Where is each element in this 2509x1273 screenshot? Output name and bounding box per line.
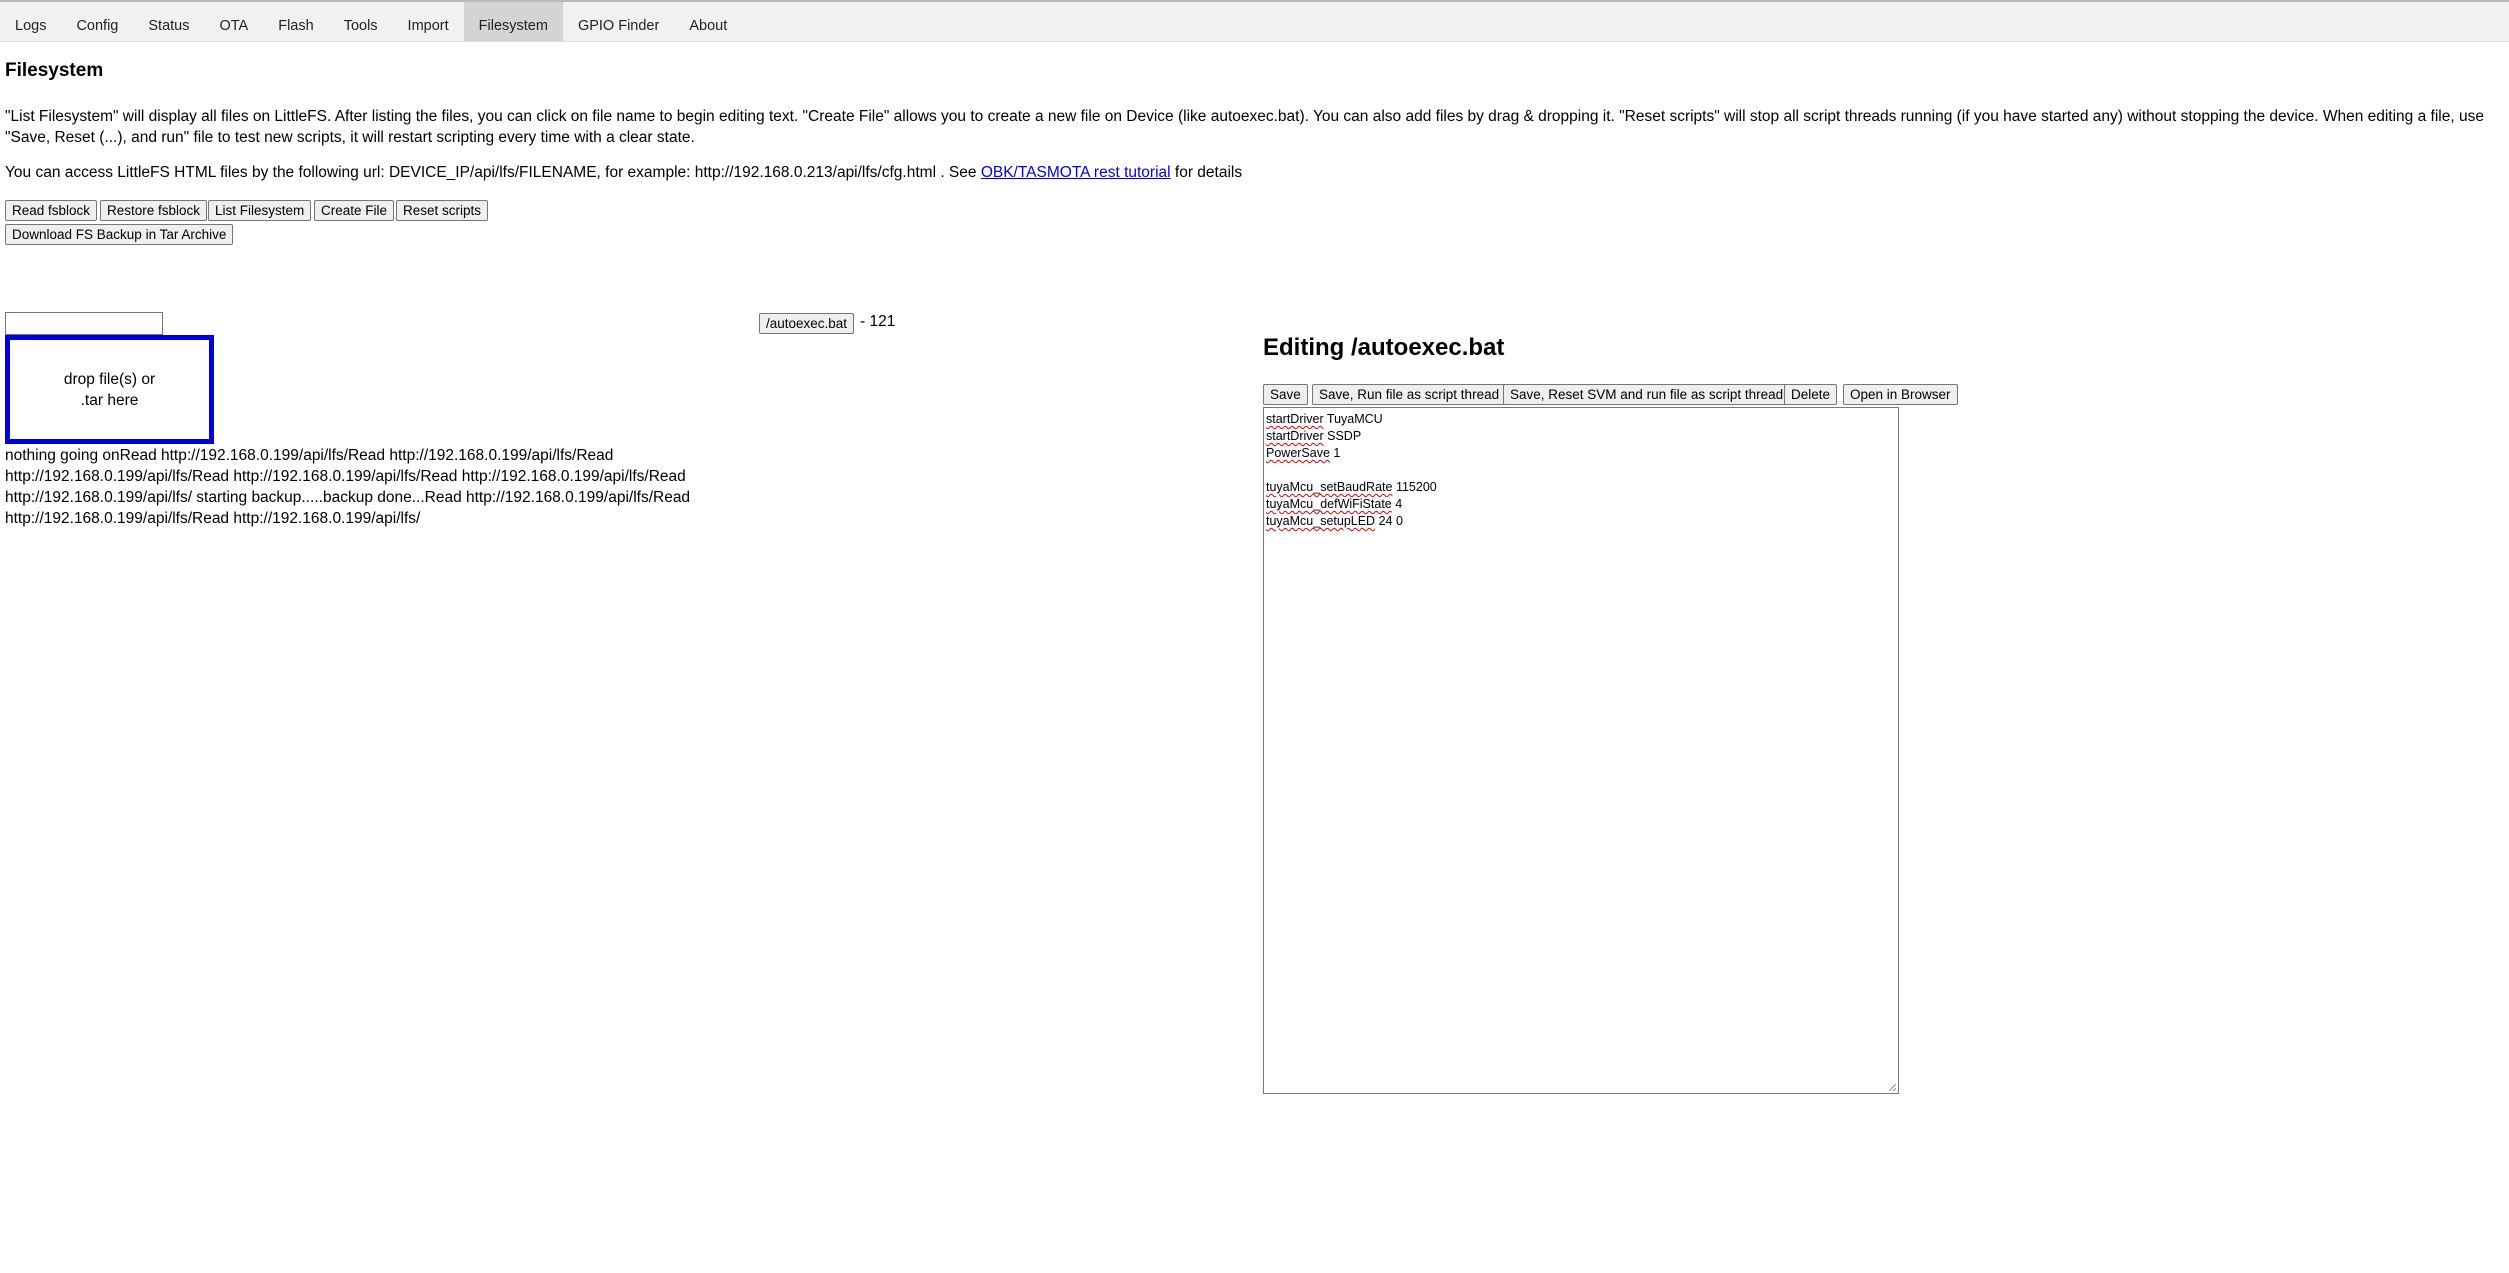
tab-filesystem[interactable]: Filesystem	[463, 2, 563, 41]
save-reset-run-button[interactable]: Save, Reset SVM and run file as script t…	[1503, 384, 1791, 405]
editor-line-args: 4	[1391, 497, 1403, 511]
filesystem-description: "List Filesystem" will display all files…	[5, 108, 2484, 146]
tab-config[interactable]: Config	[61, 2, 133, 41]
tab-flash[interactable]: Flash	[263, 2, 328, 41]
tab-gpio-finder[interactable]: GPIO Finder	[563, 2, 674, 41]
editor-line-command: PowerSave	[1266, 446, 1330, 460]
editor-line-args: 115200	[1392, 480, 1437, 494]
tab-ota[interactable]: OTA	[204, 2, 263, 41]
create-file-button[interactable]: Create File	[314, 200, 395, 221]
open-in-browser-button[interactable]: Open in Browser	[1843, 384, 1958, 405]
delete-button[interactable]: Delete	[1784, 384, 1838, 405]
tab-bar: Logs Config Status OTA Flash Tools Impor…	[0, 2, 2509, 42]
page-title: Filesystem	[5, 60, 104, 81]
save-button[interactable]: Save	[1263, 384, 1308, 405]
file-size-value: 121	[869, 313, 896, 330]
list-filesystem-button[interactable]: List Filesystem	[208, 200, 312, 221]
script-editor-textarea[interactable]: startDriver TuyaMCU startDriver SSDP Power…	[1263, 407, 1899, 1094]
file-size: - 121	[860, 313, 896, 330]
access-text: You can access LittleFS HTML files by th…	[5, 164, 981, 181]
drop-zone-line2: .tar here	[80, 391, 139, 409]
reset-scripts-button[interactable]: Reset scripts	[396, 200, 489, 221]
editor-line: tuyaMcu_setupLED 24 0	[1266, 513, 1896, 530]
tab-about[interactable]: About	[674, 2, 742, 41]
tab-status[interactable]: Status	[133, 2, 204, 41]
editor-line: tuyaMcu_defWiFiState 4	[1266, 496, 1896, 513]
editor-line: PowerSave 1	[1266, 445, 1896, 462]
new-filename-input[interactable]	[5, 312, 163, 335]
file-entry-button[interactable]: /autoexec.bat	[759, 313, 855, 334]
editor-line-args: SSDP	[1323, 429, 1362, 443]
save-run-button[interactable]: Save, Run file as script thread	[1312, 384, 1507, 405]
editor-line: startDriver TuyaMCU	[1266, 411, 1896, 428]
editor-line-args: TuyaMCU	[1323, 412, 1383, 426]
resize-grip-icon[interactable]	[1887, 1082, 1897, 1092]
editor-line-command: tuyaMcu_defWiFiState	[1266, 497, 1392, 511]
editor-line-args: 24 0	[1375, 514, 1403, 528]
drop-zone[interactable]: drop file(s) or .tar here	[5, 335, 214, 444]
drop-zone-line1: drop file(s) or	[63, 370, 156, 388]
editor-line-command: startDriver	[1266, 412, 1324, 426]
status-log: nothing going onRead http://192.168.0.19…	[5, 447, 691, 527]
tab-import[interactable]: Import	[393, 2, 464, 41]
lfs-access-info: You can access LittleFS HTML files by th…	[5, 162, 1242, 183]
editor-line-command: tuyaMcu_setupLED	[1266, 514, 1376, 528]
tab-tools[interactable]: Tools	[329, 2, 393, 41]
drop-zone-text: drop file(s) or .tar here	[64, 369, 155, 411]
tab-logs[interactable]: Logs	[0, 2, 61, 41]
read-fsblock-button[interactable]: Read fsblock	[5, 200, 98, 221]
restore-fsblock-button[interactable]: Restore fsblock	[100, 200, 208, 221]
editor-line: tuyaMcu_setBaudRate 115200	[1266, 479, 1896, 496]
editor-line: startDriver SSDP	[1266, 428, 1896, 445]
editor-line-command: startDriver	[1266, 429, 1324, 443]
rest-tutorial-link[interactable]: OBK/TASMOTA rest tutorial	[981, 164, 1171, 181]
editor-line-command: tuyaMcu_setBaudRate	[1266, 480, 1393, 494]
access-text-suffix: for details	[1170, 164, 1243, 181]
download-backup-button[interactable]: Download FS Backup in Tar Archive	[5, 224, 234, 245]
editor-line-args: 1	[1329, 446, 1341, 460]
editing-heading: Editing /autoexec.bat	[1263, 334, 1505, 361]
